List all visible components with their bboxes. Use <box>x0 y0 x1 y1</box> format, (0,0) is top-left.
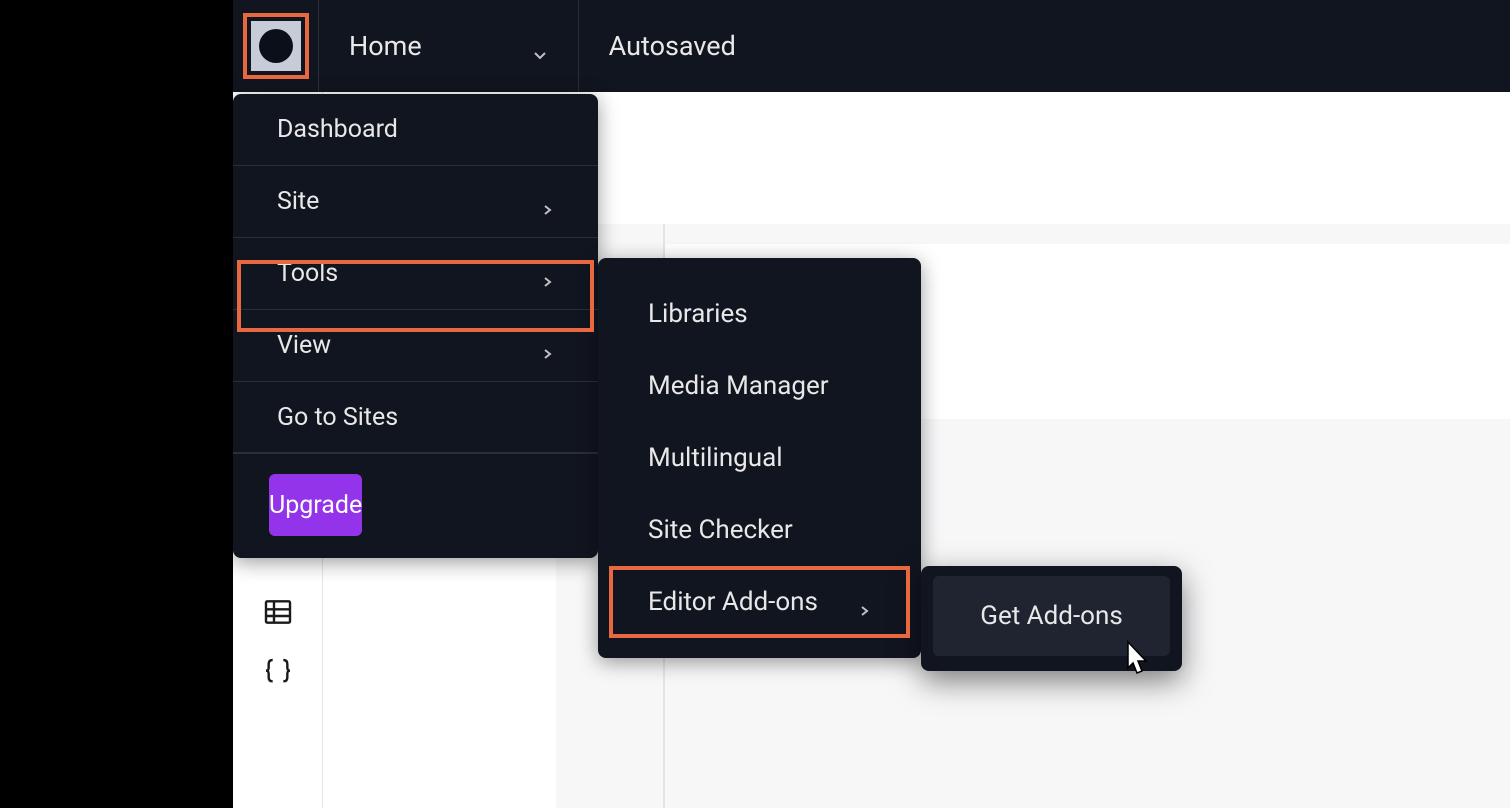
app-logo[interactable] <box>251 21 301 71</box>
tools-submenu: Libraries Media Manager Multilingual Sit… <box>598 258 921 658</box>
submenu-label: Site Checker <box>648 515 793 545</box>
toolbar-area <box>556 92 1510 224</box>
cursor-pointer-icon <box>1118 640 1152 684</box>
menu-label: Tools <box>277 259 338 288</box>
submenu-item-media-manager[interactable]: Media Manager <box>598 350 921 422</box>
logo-circle-icon <box>259 29 293 63</box>
logo-container <box>233 0 319 92</box>
menu-label: View <box>277 331 331 360</box>
main-menu: Dashboard Site Tools View Go to Sites Up… <box>233 94 598 558</box>
submenu-item-libraries[interactable]: Libraries <box>598 278 921 350</box>
menu-item-tools[interactable]: Tools <box>233 238 598 310</box>
page-label: Home <box>349 30 422 62</box>
submenu-item-editor-addons[interactable]: Editor Add-ons <box>598 566 921 638</box>
menu-label: Dashboard <box>277 115 398 144</box>
logo-highlight <box>243 13 309 79</box>
menu-label: Go to Sites <box>277 403 398 432</box>
chevron-right-icon <box>857 595 871 609</box>
submenu-item-site-checker[interactable]: Site Checker <box>598 494 921 566</box>
submenu-label: Editor Add-ons <box>648 587 818 617</box>
autosave-status: Autosaved <box>579 30 766 62</box>
menu-label: Site <box>277 187 319 216</box>
code-braces-icon[interactable] <box>258 652 298 692</box>
chevron-right-icon <box>540 267 554 281</box>
menu-item-go-to-sites[interactable]: Go to Sites <box>233 382 598 454</box>
upgrade-button[interactable]: Upgrade <box>269 474 362 536</box>
submenu-label: Get Add-ons <box>980 601 1123 631</box>
page-dropdown[interactable]: Home <box>319 0 579 92</box>
submenu-label: Libraries <box>648 299 748 329</box>
table-icon[interactable] <box>258 592 298 632</box>
menu-item-view[interactable]: View <box>233 310 598 382</box>
submenu-item-multilingual[interactable]: Multilingual <box>598 422 921 494</box>
menu-item-dashboard[interactable]: Dashboard <box>233 94 598 166</box>
submenu-label: Media Manager <box>648 371 829 401</box>
chevron-down-icon <box>532 38 548 54</box>
menu-item-site[interactable]: Site <box>233 166 598 238</box>
chevron-right-icon <box>540 339 554 353</box>
chevron-right-icon <box>540 195 554 209</box>
top-bar: Home Autosaved <box>233 0 1510 92</box>
submenu-label: Multilingual <box>648 443 783 473</box>
upgrade-label: Upgrade <box>269 491 362 520</box>
